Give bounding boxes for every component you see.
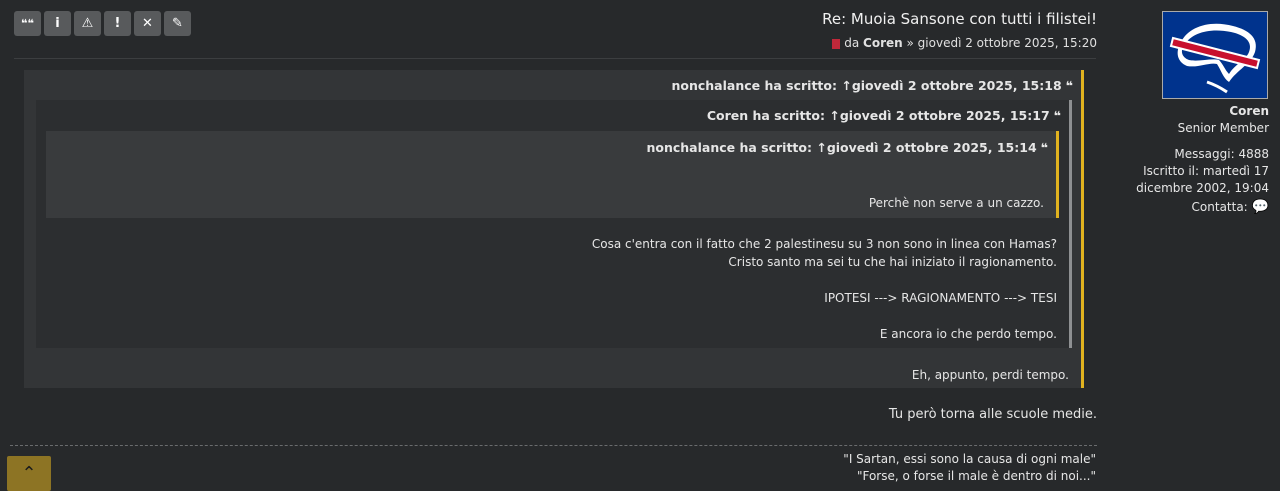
profile-rank: Senior Member xyxy=(1177,121,1269,135)
author-link[interactable]: Coren xyxy=(863,36,903,50)
quote-cite: Coren ha scritto: ↑giovedì 2 ottobre 202… xyxy=(707,108,1061,123)
post-date: giovedì 2 ottobre 2025, 15:20 xyxy=(917,36,1097,50)
delete-button[interactable]: ✕ xyxy=(134,11,161,36)
post-byline: da Coren » giovedì 2 ottobre 2025, 15:20 xyxy=(828,36,1097,50)
back-to-top-button[interactable]: ⌃ xyxy=(7,456,51,491)
report-button[interactable]: ⚠ xyxy=(74,11,101,36)
profile-contact: Contatta: 💬 xyxy=(1192,199,1269,215)
contact-label: Contatta: xyxy=(1191,200,1248,214)
quote-line: IPOTESI ---> RAGIONAMENTO ---> TESI xyxy=(824,291,1057,305)
chat-bubble-icon[interactable]: 💬 xyxy=(1252,199,1269,215)
quote-cite-link[interactable]: nonchalance ha scritto: ↑giovedì 2 ottob… xyxy=(671,78,1061,93)
quote-icon: ❝ xyxy=(1065,78,1073,93)
quote-cite-link[interactable]: Coren ha scritto: ↑giovedì 2 ottobre 202… xyxy=(707,108,1050,123)
quote-text: Perchè non serve a un cazzo. xyxy=(868,196,1044,210)
quote-cite: nonchalance ha scritto: ↑giovedì 2 ottob… xyxy=(671,78,1073,93)
profile-username[interactable]: Coren xyxy=(1229,104,1269,118)
quote-line: E ancora io che perdo tempo. xyxy=(879,327,1057,341)
info-button[interactable]: i xyxy=(44,11,71,36)
profile-joined: Iscritto il: martedì 17 xyxy=(1143,164,1269,178)
quote-icon: ❝ xyxy=(1040,140,1048,155)
posts-label: Messaggi: xyxy=(1174,147,1235,161)
post-title[interactable]: Re: Muoia Sansone con tutti i filistei! xyxy=(822,10,1097,28)
quote-line: Cristo santo ma sei tu che hai iniziato … xyxy=(728,255,1057,269)
edit-button[interactable]: ✎ xyxy=(164,11,191,36)
quote-block-inner: nonchalance ha scritto: ↑giovedì 2 ottob… xyxy=(46,131,1059,218)
quote-cite: nonchalance ha scritto: ↑giovedì 2 ottob… xyxy=(646,140,1048,155)
signature-separator xyxy=(10,445,1097,446)
post-body: Tu però torna alle scuole medie. xyxy=(888,407,1097,422)
buffalo-logo-icon xyxy=(1169,23,1261,94)
date-separator: » xyxy=(906,36,914,50)
post: ❝❝ i ⚠ ! ✕ ✎ Re: Muoia Sansone con tutti… xyxy=(0,0,1110,491)
divider xyxy=(14,58,1096,59)
user-profile: Coren Senior Member Messaggi: 4888 Iscri… xyxy=(1110,0,1280,491)
post-icon xyxy=(832,38,841,49)
post-toolbar: ❝❝ i ⚠ ! ✕ ✎ xyxy=(14,11,191,36)
profile-posts: Messaggi: 4888 xyxy=(1174,147,1269,161)
signature-line: "I Sartan, essi sono la causa di ogni ma… xyxy=(843,452,1096,466)
quote-button[interactable]: ❝❝ xyxy=(14,11,41,36)
quote-cite-link[interactable]: nonchalance ha scritto: ↑giovedì 2 ottob… xyxy=(646,140,1036,155)
by-prefix: da xyxy=(844,36,860,50)
quote-line: Cosa c'entra con il fatto che 2 palestin… xyxy=(591,237,1057,251)
joined-date: martedì 17 xyxy=(1202,164,1269,178)
avatar[interactable] xyxy=(1162,11,1268,99)
quote-text: Eh, appunto, perdi tempo. xyxy=(911,368,1069,382)
chevron-up-icon: ⌃ xyxy=(21,463,37,484)
warn-button[interactable]: ! xyxy=(104,11,131,36)
signature-line: "Forse, o forse il male è dentro di noi.… xyxy=(856,469,1096,483)
profile-joined-cont: dicembre 2002, 19:04 xyxy=(1136,181,1269,195)
joined-label: Iscritto il: xyxy=(1143,164,1200,178)
posts-count[interactable]: 4888 xyxy=(1238,147,1269,161)
quote-icon: ❝ xyxy=(1053,108,1061,123)
